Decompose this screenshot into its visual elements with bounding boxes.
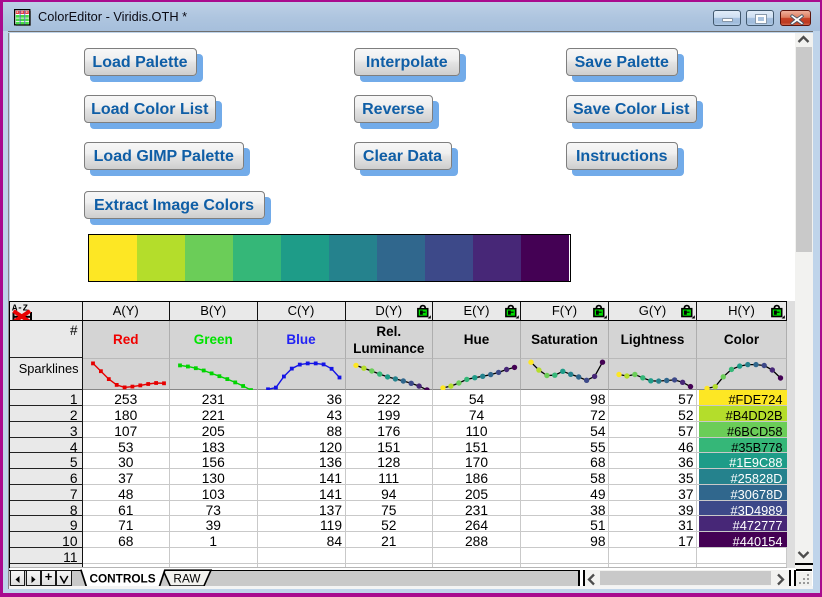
svg-text:RAW: RAW — [173, 572, 201, 585]
svg-text:CONTROLS: CONTROLS — [89, 572, 155, 585]
